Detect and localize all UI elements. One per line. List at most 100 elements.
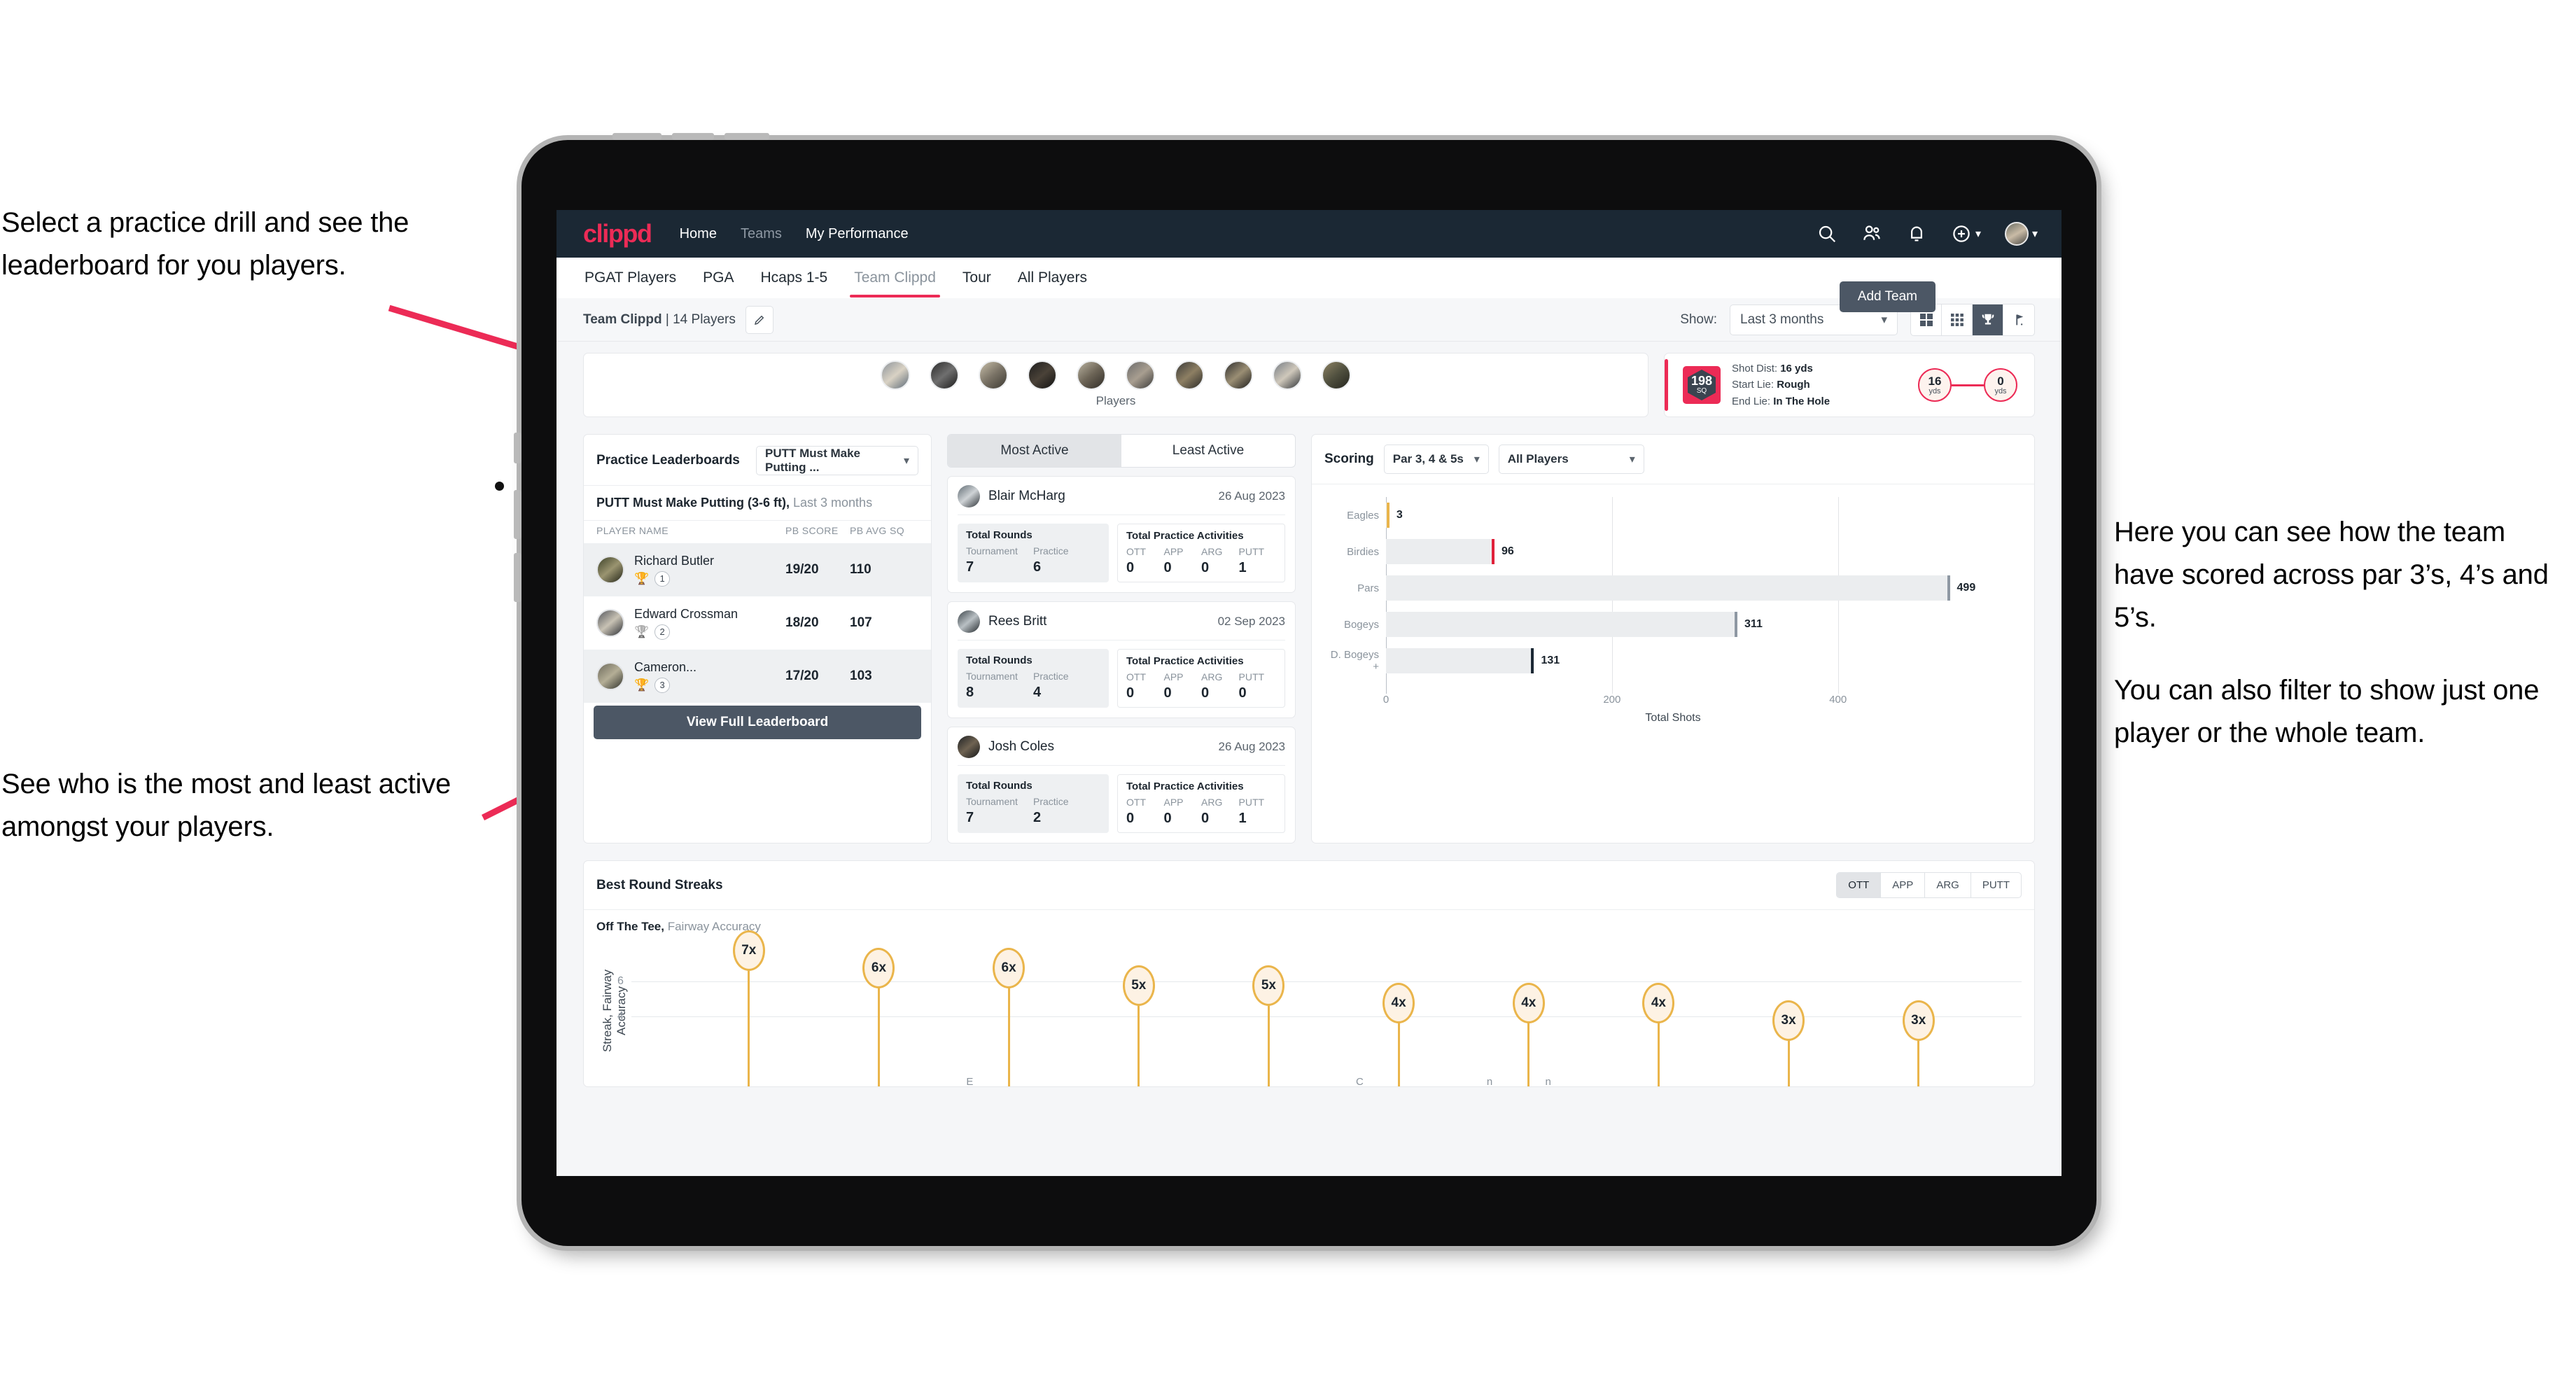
column-player-name: PLAYER NAME: [596, 525, 668, 536]
tab-strip: PGAT Players PGA Hcaps 1-5 Team Clippd T…: [556, 258, 2062, 312]
chart-streak-marker[interactable]: 4x: [1512, 983, 1545, 1023]
best-round-streaks-card: Best Round Streaks OTT APP ARG PUTT Off …: [583, 860, 2035, 1088]
putt-value: 0: [1238, 685, 1247, 701]
shot-start-distance: 16 yds: [1918, 368, 1952, 402]
streaks-toggle-putt[interactable]: PUTT: [1971, 873, 2021, 897]
tab-all-players[interactable]: All Players: [1016, 258, 1088, 298]
chart-streak-marker[interactable]: 3x: [1772, 1000, 1805, 1041]
app-key: APP: [1163, 546, 1184, 557]
team-name: Team Clippd: [583, 312, 662, 327]
device-top-button-1: [612, 133, 662, 140]
chart-y-tick: 4: [617, 1010, 624, 1022]
arg-key: ARG: [1201, 671, 1223, 682]
nav-link-home[interactable]: Home: [680, 226, 717, 242]
avatar[interactable]: [1126, 360, 1155, 390]
tab-tour[interactable]: Tour: [961, 258, 993, 298]
player-rank-badge: 🏆 2: [634, 624, 785, 640]
tab-team-clippd[interactable]: Team Clippd: [850, 258, 940, 298]
people-icon[interactable]: [1861, 223, 1882, 244]
chart-bar-fill: [1386, 648, 1534, 673]
chart-x-tick: n: [1545, 1076, 1551, 1088]
practice-activities-label: Total Practice Activities: [1126, 655, 1244, 667]
plus-circle-icon[interactable]: ▾: [1951, 223, 1981, 244]
nav-link-my-performance[interactable]: My Performance: [806, 226, 909, 242]
chart-streak-marker[interactable]: 6x: [862, 948, 895, 988]
bell-icon[interactable]: [1906, 223, 1927, 244]
arg-value: 0: [1201, 811, 1210, 826]
list-item[interactable]: Rees Britt 02 Sep 2023 Total Rounds Tour…: [947, 601, 1296, 718]
rank-number: 3: [654, 677, 671, 693]
clippd-logo[interactable]: clippd: [583, 219, 652, 248]
nav-link-teams[interactable]: Teams: [741, 226, 782, 242]
device-top-button-3: [724, 133, 769, 140]
streaks-header: Best Round Streaks OTT APP ARG PUTT: [584, 861, 2034, 909]
avatar[interactable]: [1322, 360, 1351, 390]
view-full-leaderboard-button[interactable]: View Full Leaderboard: [594, 706, 921, 739]
avatar[interactable]: [881, 360, 910, 390]
chart-streak-marker[interactable]: 5x: [1252, 965, 1285, 1006]
avatar[interactable]: [1028, 360, 1057, 390]
tab-pga[interactable]: PGA: [701, 258, 735, 298]
app-value: 0: [1163, 811, 1172, 826]
player-filter-select[interactable]: All Players ▾: [1498, 444, 1644, 474]
avatar[interactable]: [979, 360, 1008, 390]
column-pb-score: PB SCORE: [785, 525, 839, 536]
tab-hcaps-1-5[interactable]: Hcaps 1-5: [759, 258, 829, 298]
chart-bar-fill: [1386, 612, 1738, 637]
par-filter-select[interactable]: Par 3, 4 & 5s ▾: [1383, 444, 1489, 474]
activity-date: 02 Sep 2023: [1217, 615, 1285, 628]
list-item[interactable]: Josh Coles 26 Aug 2023 Total Rounds Tour…: [947, 727, 1296, 844]
add-team-button[interactable]: Add Team: [1839, 281, 1935, 312]
tab-most-active[interactable]: Most Active: [948, 435, 1121, 467]
view-flag-button[interactable]: [2003, 304, 2034, 335]
dashboard-content: Players 198 SQ Shot Dist: 16 yds Start L…: [556, 353, 2062, 1088]
practice-col: Practice 4: [1033, 671, 1100, 701]
chart-bar-cap: [1386, 503, 1390, 528]
avatar[interactable]: ▾: [2004, 222, 2038, 246]
putt-key: PUTT: [1238, 797, 1265, 808]
chart-bar-row: Pars 499: [1327, 570, 2019, 606]
streaks-toggle-ott[interactable]: OTT: [1837, 873, 1882, 897]
avatar[interactable]: [1175, 360, 1204, 390]
top-navbar: clippd Home Teams My Performance ▾ ▾: [556, 210, 2062, 258]
table-row[interactable]: Edward Crossman 🏆 2 18/20 107: [584, 596, 931, 650]
avatar[interactable]: [930, 360, 959, 390]
view-grid-small-button[interactable]: [1942, 304, 1973, 335]
chart-streak-marker[interactable]: 6x: [993, 948, 1026, 988]
pencil-icon: [754, 315, 764, 325]
chart-stem: [1787, 1034, 1790, 1086]
shot-distance-diagram: 16 yds 0 yds: [1918, 368, 2017, 402]
annotation-left-top: Select a practice drill and see the lead…: [1, 207, 410, 281]
app-value: 0: [1163, 560, 1172, 575]
streaks-toggle-app[interactable]: APP: [1881, 873, 1926, 897]
table-row[interactable]: Cameron... 🏆 3 17/20 103: [584, 650, 931, 703]
rounds-grid: Tournament 7 Practice 2: [966, 796, 1100, 826]
edit-team-button[interactable]: [745, 305, 774, 334]
list-item[interactable]: Blair McHarg 26 Aug 2023 Total Rounds To…: [947, 476, 1296, 593]
chart-streak-marker[interactable]: 3x: [1902, 1000, 1935, 1041]
avatar[interactable]: [1273, 360, 1302, 390]
streaks-y-axis-text: Streak, Fairway Accuracy: [601, 969, 628, 1053]
end-distance-value: 0: [1997, 374, 2004, 388]
avatar: [596, 556, 624, 584]
chart-bar-value: 311: [1744, 618, 1763, 630]
putt-col: PUTT 1: [1239, 546, 1277, 576]
tab-least-active[interactable]: Least Active: [1121, 435, 1295, 467]
trophy-icon: 🏆: [634, 571, 650, 585]
chart-streak-marker[interactable]: 4x: [1642, 983, 1675, 1023]
drill-select[interactable]: PUTT Must Make Putting ... ▾: [756, 446, 918, 475]
chart-streak-marker[interactable]: 4x: [1382, 983, 1415, 1023]
avatar[interactable]: [1224, 360, 1253, 390]
tournament-key: Tournament: [966, 671, 1018, 682]
chart-bar-row: D. Bogeys + 131: [1327, 643, 2019, 679]
search-icon[interactable]: [1816, 223, 1837, 244]
chart-streak-marker[interactable]: 7x: [732, 930, 765, 971]
avatar[interactable]: [1077, 360, 1106, 390]
streaks-toggle-arg[interactable]: ARG: [1925, 873, 1971, 897]
table-row[interactable]: Richard Butler 🏆 1 19/20 110: [584, 543, 931, 596]
chart-stem: [877, 981, 880, 1086]
chart-streak-marker[interactable]: 5x: [1122, 965, 1155, 1006]
tab-pgat-players[interactable]: PGAT Players: [583, 258, 678, 298]
activity-date: 26 Aug 2023: [1218, 489, 1285, 503]
view-trophy-button[interactable]: [1973, 304, 2003, 335]
